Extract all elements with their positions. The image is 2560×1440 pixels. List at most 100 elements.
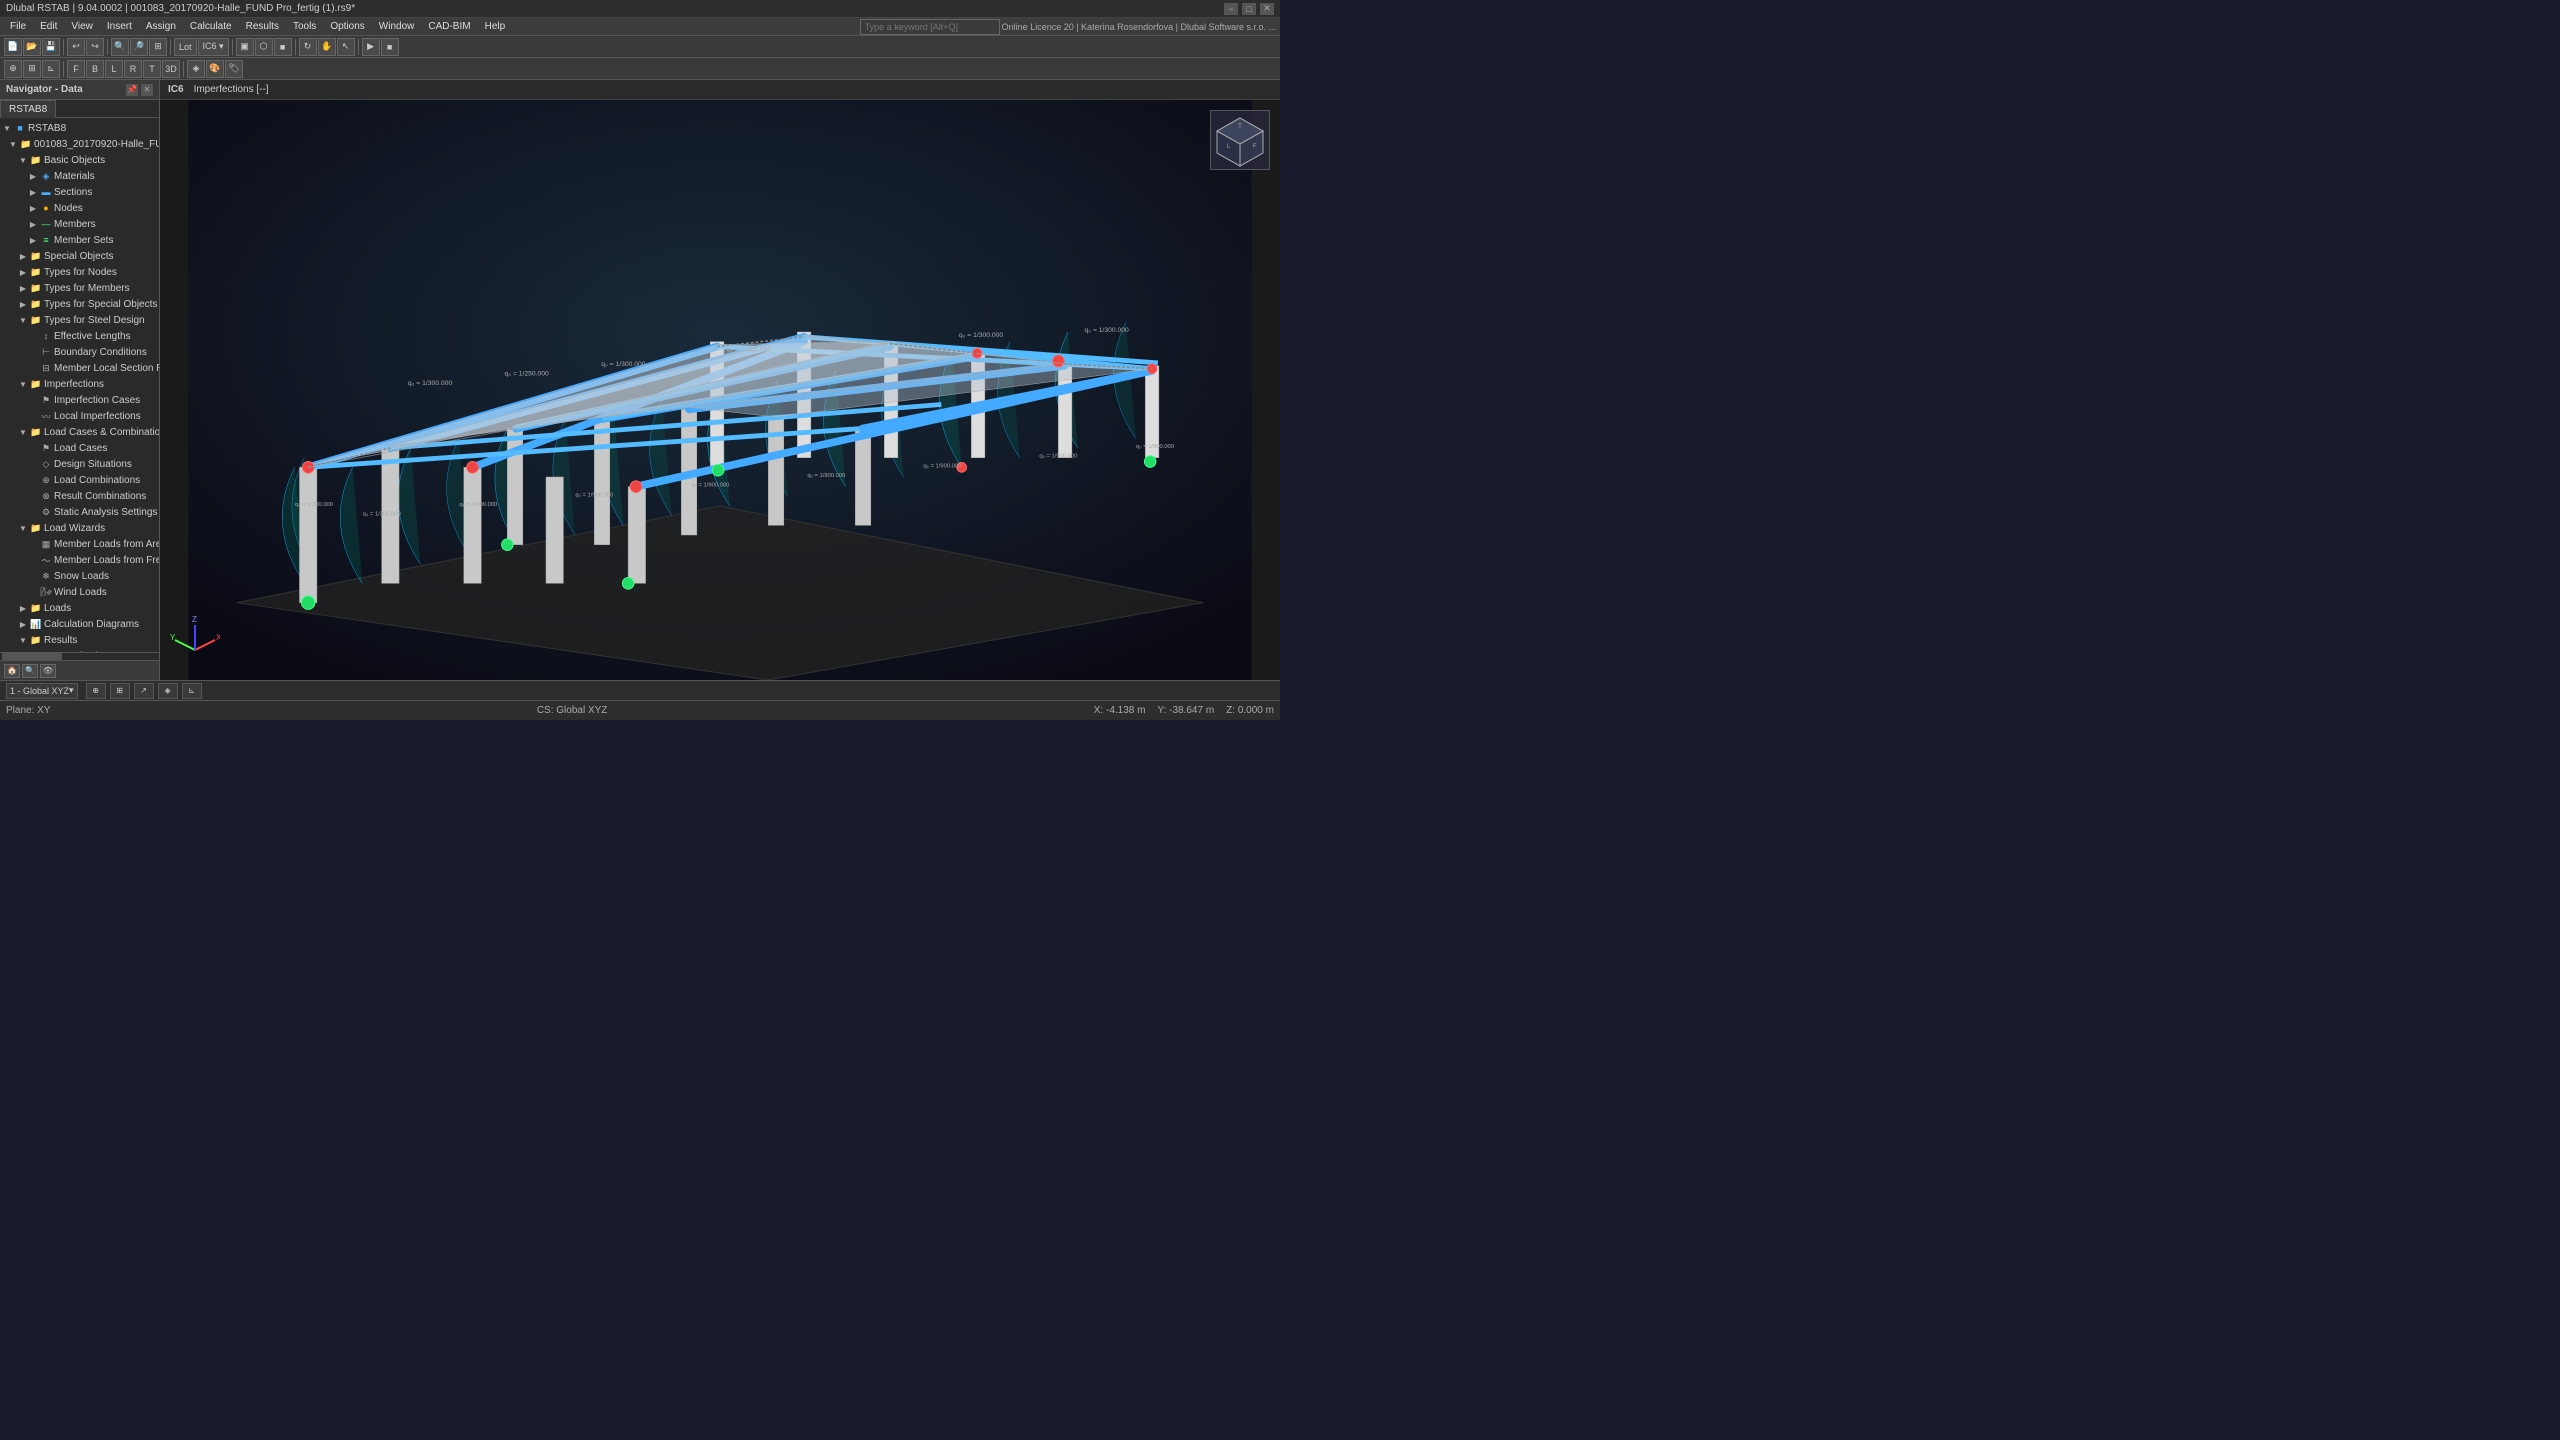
tree-item-snow-loads[interactable]: ❄ Snow Loads bbox=[0, 568, 159, 584]
viewport-canvas[interactable]: q₀ = 1/300.000 q₀ = 1/250.000 q₀ = 1/300… bbox=[160, 100, 1280, 680]
tree-item-load-comb[interactable]: ⊕ Load Combinations bbox=[0, 472, 159, 488]
color-button[interactable]: 🎨 bbox=[206, 60, 224, 78]
menu-help[interactable]: Help bbox=[479, 18, 512, 36]
menu-options[interactable]: Options bbox=[324, 18, 370, 36]
tree-item-load-cases-comb[interactable]: ▼ 📁 Load Cases & Combinations bbox=[0, 424, 159, 440]
expand-snow[interactable] bbox=[28, 571, 38, 581]
expand-lcomb[interactable] bbox=[28, 475, 38, 485]
menu-insert[interactable]: Insert bbox=[101, 18, 138, 36]
expand-imp[interactable]: ▼ bbox=[18, 379, 28, 389]
expand-loads[interactable]: ▶ bbox=[18, 603, 28, 613]
status-btn4[interactable]: ◈ bbox=[158, 683, 178, 699]
tree-item-results[interactable]: ▼ 📁 Results bbox=[0, 632, 159, 648]
tree-item-result-comb[interactable]: ⊗ Result Combinations bbox=[0, 488, 159, 504]
snap-button[interactable]: ⊕ bbox=[4, 60, 22, 78]
expand-model[interactable]: ▼ bbox=[8, 139, 18, 149]
cube-navigator[interactable]: F L T bbox=[1210, 110, 1270, 170]
minimize-button[interactable]: − bbox=[1224, 3, 1238, 15]
solid-button[interactable]: ■ bbox=[274, 38, 292, 56]
scroll-thumb-h[interactable] bbox=[2, 653, 62, 661]
tree-item-load-cases[interactable]: ⚑ Load Cases bbox=[0, 440, 159, 456]
expand-mla[interactable] bbox=[28, 539, 38, 549]
coord-system-dropdown[interactable]: 1 - Global XYZ ▾ bbox=[6, 683, 78, 699]
tree-item-member-sets[interactable]: ▶ ≡ Member Sets bbox=[0, 232, 159, 248]
expand-types-nodes[interactable]: ▶ bbox=[18, 267, 28, 277]
tree-item-boundary[interactable]: ⊢ Boundary Conditions bbox=[0, 344, 159, 360]
render-button[interactable]: ▣ bbox=[236, 38, 254, 56]
menu-edit[interactable]: Edit bbox=[34, 18, 63, 36]
status-btn2[interactable]: ⊞ bbox=[110, 683, 130, 699]
display-button[interactable]: ◈ bbox=[187, 60, 205, 78]
expand-local-imp[interactable] bbox=[28, 411, 38, 421]
ic6-dropdown[interactable]: IC6 ▾ bbox=[198, 38, 229, 56]
view-top[interactable]: T bbox=[143, 60, 161, 78]
fit-button[interactable]: ⊞ bbox=[149, 38, 167, 56]
zoom-in-button[interactable]: 🔍 bbox=[111, 38, 129, 56]
grid-button[interactable]: ⊞ bbox=[23, 60, 41, 78]
close-button[interactable]: ✕ bbox=[1260, 3, 1274, 15]
expand-lw[interactable]: ▼ bbox=[18, 523, 28, 533]
tree-item-loads[interactable]: ▶ 📁 Loads bbox=[0, 600, 159, 616]
expand-special[interactable]: ▶ bbox=[18, 251, 28, 261]
tree-item-mlsr[interactable]: ⊟ Member Local Section Reductions bbox=[0, 360, 159, 376]
view-back[interactable]: B bbox=[86, 60, 104, 78]
lot-dropdown[interactable]: Lot bbox=[174, 38, 197, 56]
tree-container[interactable]: ▼ ■ RSTAB8 ▼ 📁 001083_20170920-Halle_FUN… bbox=[0, 118, 159, 652]
expand-members[interactable]: ▶ bbox=[28, 219, 38, 229]
menu-view[interactable]: View bbox=[65, 18, 99, 36]
expand-eff[interactable] bbox=[28, 331, 38, 341]
ortho-button[interactable]: ⊾ bbox=[42, 60, 60, 78]
expand-cd[interactable]: ▶ bbox=[18, 619, 28, 629]
nav-search-button[interactable]: 🔍 bbox=[22, 664, 38, 678]
expand-types-members[interactable]: ▶ bbox=[18, 283, 28, 293]
tree-item-model[interactable]: ▼ 📁 001083_20170920-Halle_FUND Pro... bbox=[0, 136, 159, 152]
tree-item-sections[interactable]: ▶ ▬ Sections bbox=[0, 184, 159, 200]
expand-lc[interactable] bbox=[28, 443, 38, 453]
expand-types-special[interactable]: ▶ bbox=[18, 299, 28, 309]
view-3d[interactable]: 3D bbox=[162, 60, 180, 78]
status-btn5[interactable]: ⊾ bbox=[182, 683, 202, 699]
tree-item-load-wizards[interactable]: ▼ 📁 Load Wizards bbox=[0, 520, 159, 536]
calc-button[interactable]: ▶ bbox=[362, 38, 380, 56]
tree-item-member-loads-area[interactable]: ▦ Member Loads from Area Load bbox=[0, 536, 159, 552]
expand-rstab8[interactable]: ▼ bbox=[2, 123, 12, 133]
expand-sections[interactable]: ▶ bbox=[28, 187, 38, 197]
tree-item-nodes[interactable]: ▶ ● Nodes bbox=[0, 200, 159, 216]
expand-lcc[interactable]: ▼ bbox=[18, 427, 28, 437]
menu-calculate[interactable]: Calculate bbox=[184, 18, 238, 36]
expand-nodes[interactable]: ▶ bbox=[28, 203, 38, 213]
nav-eye-button[interactable]: 👁 bbox=[40, 664, 56, 678]
status-btn1[interactable]: ⊕ bbox=[86, 683, 106, 699]
tree-item-types-nodes[interactable]: ▶ 📁 Types for Nodes bbox=[0, 264, 159, 280]
menu-results[interactable]: Results bbox=[240, 18, 285, 36]
tree-item-imp-cases[interactable]: ⚑ Imperfection Cases bbox=[0, 392, 159, 408]
tree-item-member-loads-free[interactable]: 〜 Member Loads from Free Line Load bbox=[0, 552, 159, 568]
new-button[interactable]: 📄 bbox=[4, 38, 22, 56]
menu-assign[interactable]: Assign bbox=[140, 18, 182, 36]
tree-item-types-members[interactable]: ▶ 📁 Types for Members bbox=[0, 280, 159, 296]
tree-item-members[interactable]: ▶ — Members bbox=[0, 216, 159, 232]
expand-materials[interactable]: ▶ bbox=[28, 171, 38, 181]
expand-imp-cases[interactable] bbox=[28, 395, 38, 405]
zoom-out-button[interactable]: 🔎 bbox=[130, 38, 148, 56]
expand-types-steel[interactable]: ▼ bbox=[18, 315, 28, 325]
maximize-button[interactable]: □ bbox=[1242, 3, 1256, 15]
open-button[interactable]: 📂 bbox=[23, 38, 41, 56]
tree-item-static-analysis[interactable]: ⚙ Static Analysis Settings bbox=[0, 504, 159, 520]
tree-item-special[interactable]: ▶ 📁 Special Objects bbox=[0, 248, 159, 264]
expand-wind[interactable] bbox=[28, 587, 38, 597]
expand-rcomb[interactable] bbox=[28, 491, 38, 501]
tree-item-calc-diagrams[interactable]: ▶ 📊 Calculation Diagrams bbox=[0, 616, 159, 632]
tree-item-wind-loads[interactable]: 🌬 Wind Loads bbox=[0, 584, 159, 600]
wireframe-button[interactable]: ⬡ bbox=[255, 38, 273, 56]
expand-mlsr[interactable] bbox=[28, 363, 38, 373]
stop-button[interactable]: ■ bbox=[381, 38, 399, 56]
tree-item-types-special[interactable]: ▶ 📁 Types for Special Objects bbox=[0, 296, 159, 312]
label-button[interactable]: 🏷 bbox=[225, 60, 243, 78]
expand-results[interactable]: ▼ bbox=[18, 635, 28, 645]
search-input[interactable] bbox=[860, 19, 1000, 35]
tree-item-local-imp[interactable]: 〰 Local Imperfections bbox=[0, 408, 159, 424]
redo-button[interactable]: ↪ bbox=[86, 38, 104, 56]
scroll-bar-horizontal[interactable] bbox=[0, 652, 159, 660]
menu-tools[interactable]: Tools bbox=[287, 18, 322, 36]
